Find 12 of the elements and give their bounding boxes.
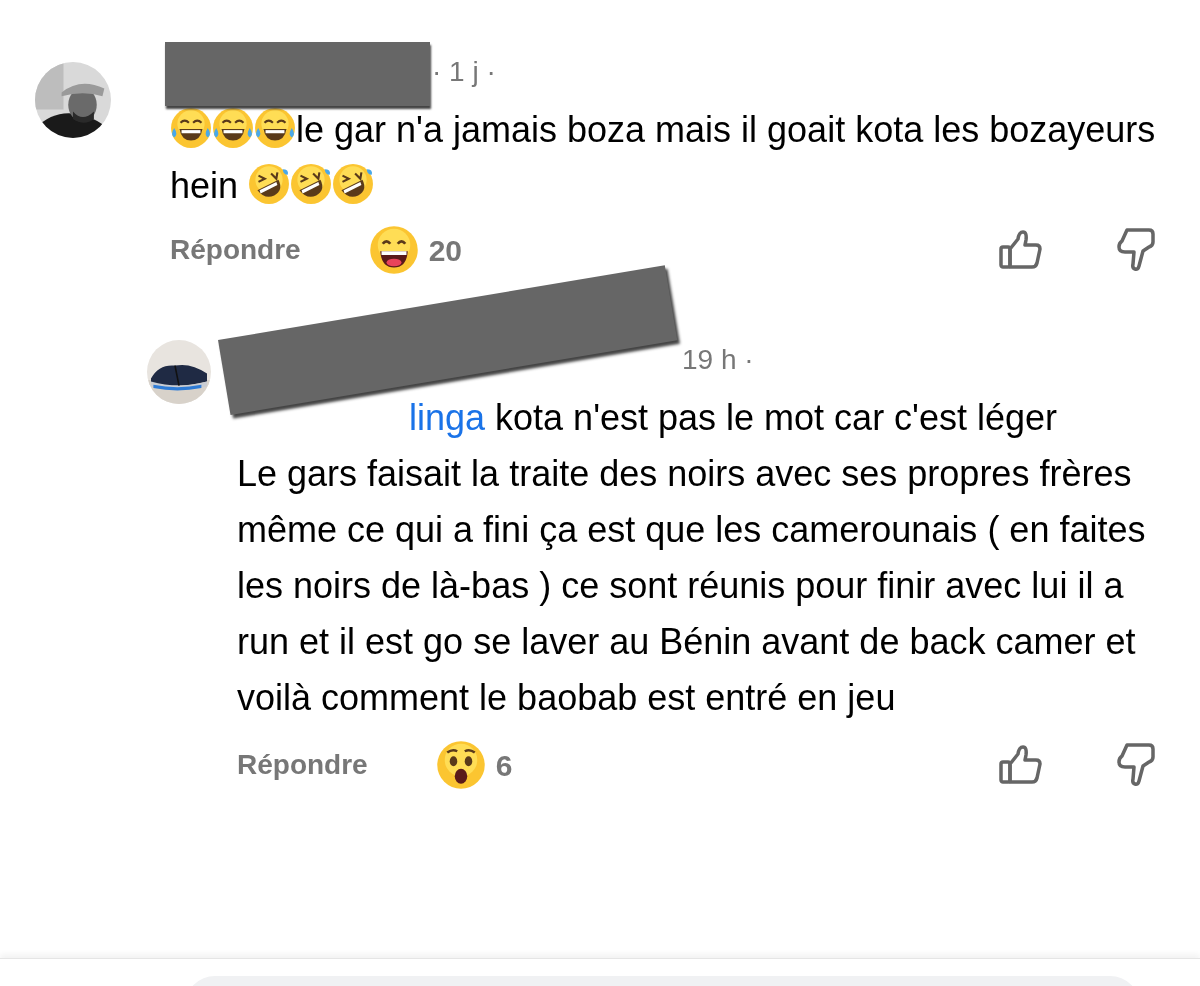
reaction-count: 20 (428, 232, 463, 269)
comment-text: linga kota n'est pas le mot car c'est léger Le gars faisait la traite des noirs avec ses propres frères même ce qui a fini ça est que les camerounais ( en faites les noirs de là-bas ) ce sont réunis pour finir avec lui il a run et il est go se laver au Bénin avant de back camer et voilà comment le baobab est entré en jeu (237, 396, 1147, 720)
thumbs-down-icon[interactable] (1115, 743, 1155, 787)
reaction-count: 6 (495, 747, 513, 784)
thumbs-down-icon[interactable] (1115, 228, 1155, 272)
thumbs-up-icon[interactable] (999, 745, 1043, 785)
timestamp: · 1 j · (432, 55, 496, 89)
thumbs-up-icon[interactable] (999, 230, 1043, 270)
timestamp: 19 h · (682, 343, 754, 377)
reply-button[interactable]: Répondre (237, 744, 368, 786)
comment-text: le gar n'a jamais boza mais il goait kota les bozayeurs hein (170, 106, 1157, 208)
reply-button[interactable]: Répondre (170, 229, 301, 271)
